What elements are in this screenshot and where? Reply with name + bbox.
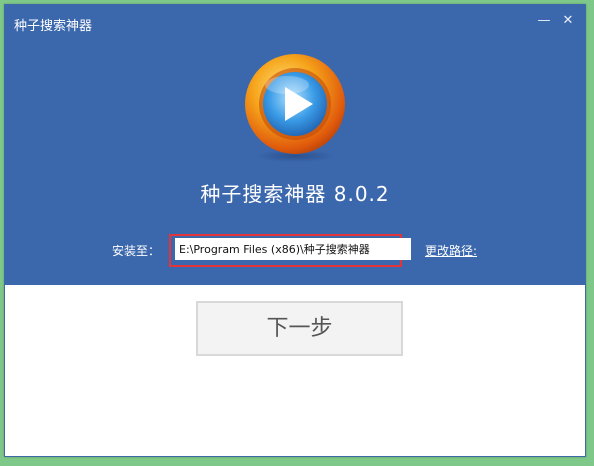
change-path-link[interactable]: 更改路径: xyxy=(425,242,477,259)
next-step-button[interactable]: 下一步 xyxy=(196,301,403,356)
header-panel: 种子搜索神器 — ✕ 种子搜索神器 8.0.2 安装至： E:\Program … xyxy=(5,5,585,285)
window-title: 种子搜索神器 xyxy=(14,19,93,34)
install-path-input[interactable] xyxy=(175,238,411,260)
minimize-button[interactable]: — xyxy=(533,11,555,31)
play-logo-icon xyxy=(245,54,345,162)
app-name-version: 种子搜索神器 8.0.2 xyxy=(200,182,390,206)
installer-window: 种子搜索神器 — ✕ 种子搜索神器 8.0.2 安装至： E:\Program … xyxy=(4,4,586,457)
close-button[interactable]: ✕ xyxy=(557,11,579,31)
install-path-label: 安装至： xyxy=(112,244,161,258)
